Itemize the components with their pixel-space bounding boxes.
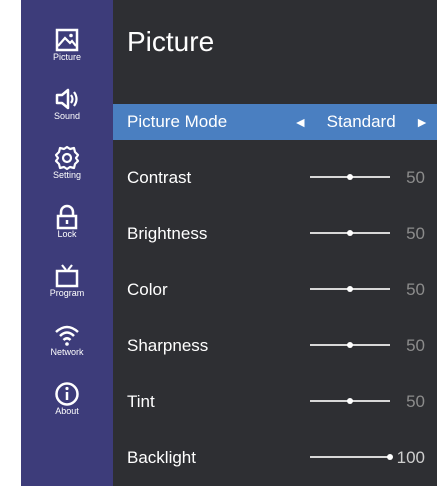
sidebar-item-label: Lock xyxy=(57,229,77,239)
sidebar: Picture Sound Setting Lock Program Netwo… xyxy=(21,0,113,486)
sharpness-slider[interactable] xyxy=(310,342,390,348)
tv-icon xyxy=(55,264,79,288)
tint-slider[interactable] xyxy=(310,398,390,404)
picture-icon xyxy=(55,28,79,52)
tint-slider-knob[interactable] xyxy=(347,398,353,404)
sharpness-slider-knob[interactable] xyxy=(347,342,353,348)
left-arrow-icon[interactable]: ◄ xyxy=(293,114,307,130)
page-title: Picture xyxy=(127,26,215,57)
brightness-slider[interactable] xyxy=(310,230,390,236)
color-value: 50 xyxy=(406,280,425,299)
sidebar-item-label: Program xyxy=(49,288,85,298)
tint-value: 50 xyxy=(406,392,425,411)
sidebar-item-program[interactable]: Program xyxy=(21,258,113,314)
tv-screen: Picture Sound Setting Lock Program Netwo… xyxy=(21,0,437,486)
contrast-slider-knob[interactable] xyxy=(347,174,353,180)
brightness-slider-knob[interactable] xyxy=(347,230,353,236)
sidebar-item-sound[interactable]: Sound xyxy=(21,81,113,137)
brightness-value: 50 xyxy=(406,224,425,243)
picture-mode-selector[interactable]: ◄ Standard ► xyxy=(293,112,429,132)
sidebar-item-lock[interactable]: Lock xyxy=(21,199,113,255)
sidebar-item-label: Sound xyxy=(53,111,81,121)
sharpness-label: Sharpness xyxy=(127,336,209,355)
backlight-value: 100 xyxy=(396,448,425,467)
right-arrow-icon[interactable]: ► xyxy=(415,114,429,130)
backlight-slider-knob[interactable] xyxy=(387,454,393,460)
contrast-value: 50 xyxy=(406,168,425,187)
backlight-row[interactable]: Backlight 100 xyxy=(113,440,437,476)
color-slider[interactable] xyxy=(310,286,390,292)
picture-mode-value: Standard xyxy=(326,112,396,131)
backlight-slider[interactable] xyxy=(310,454,393,460)
sidebar-item-network[interactable]: Network xyxy=(21,317,113,373)
sidebar-item-setting[interactable]: Setting xyxy=(21,140,113,196)
sharpness-value: 50 xyxy=(406,336,425,355)
tint-row[interactable]: Tint 50 xyxy=(113,384,437,420)
sidebar-item-label: Network xyxy=(50,347,84,357)
sidebar-item-about[interactable]: About xyxy=(21,376,113,432)
tint-label: Tint xyxy=(127,392,155,411)
picture-mode-row[interactable]: Picture Mode ◄ Standard ► xyxy=(113,104,437,140)
color-label: Color xyxy=(127,280,168,299)
sidebar-item-label: Picture xyxy=(52,52,81,62)
contrast-label: Contrast xyxy=(127,168,192,187)
speaker-icon xyxy=(55,88,78,110)
sidebar-item-label: Setting xyxy=(52,170,82,180)
sidebar-item-picture[interactable]: Picture xyxy=(21,22,113,78)
gear-icon xyxy=(54,145,80,171)
backlight-label: Backlight xyxy=(127,448,196,467)
color-slider-knob[interactable] xyxy=(347,286,353,292)
wifi-icon xyxy=(55,325,79,346)
contrast-row[interactable]: Contrast 50 xyxy=(113,160,437,196)
picture-mode-label: Picture Mode xyxy=(127,112,228,131)
color-row[interactable]: Color 50 xyxy=(113,272,437,308)
sidebar-item-label: About xyxy=(55,406,79,416)
info-icon xyxy=(55,382,79,406)
brightness-label: Brightness xyxy=(127,224,208,243)
contrast-slider[interactable] xyxy=(310,174,390,180)
lock-icon xyxy=(56,204,78,230)
brightness-row[interactable]: Brightness 50 xyxy=(113,216,437,252)
sharpness-row[interactable]: Sharpness 50 xyxy=(113,328,437,364)
